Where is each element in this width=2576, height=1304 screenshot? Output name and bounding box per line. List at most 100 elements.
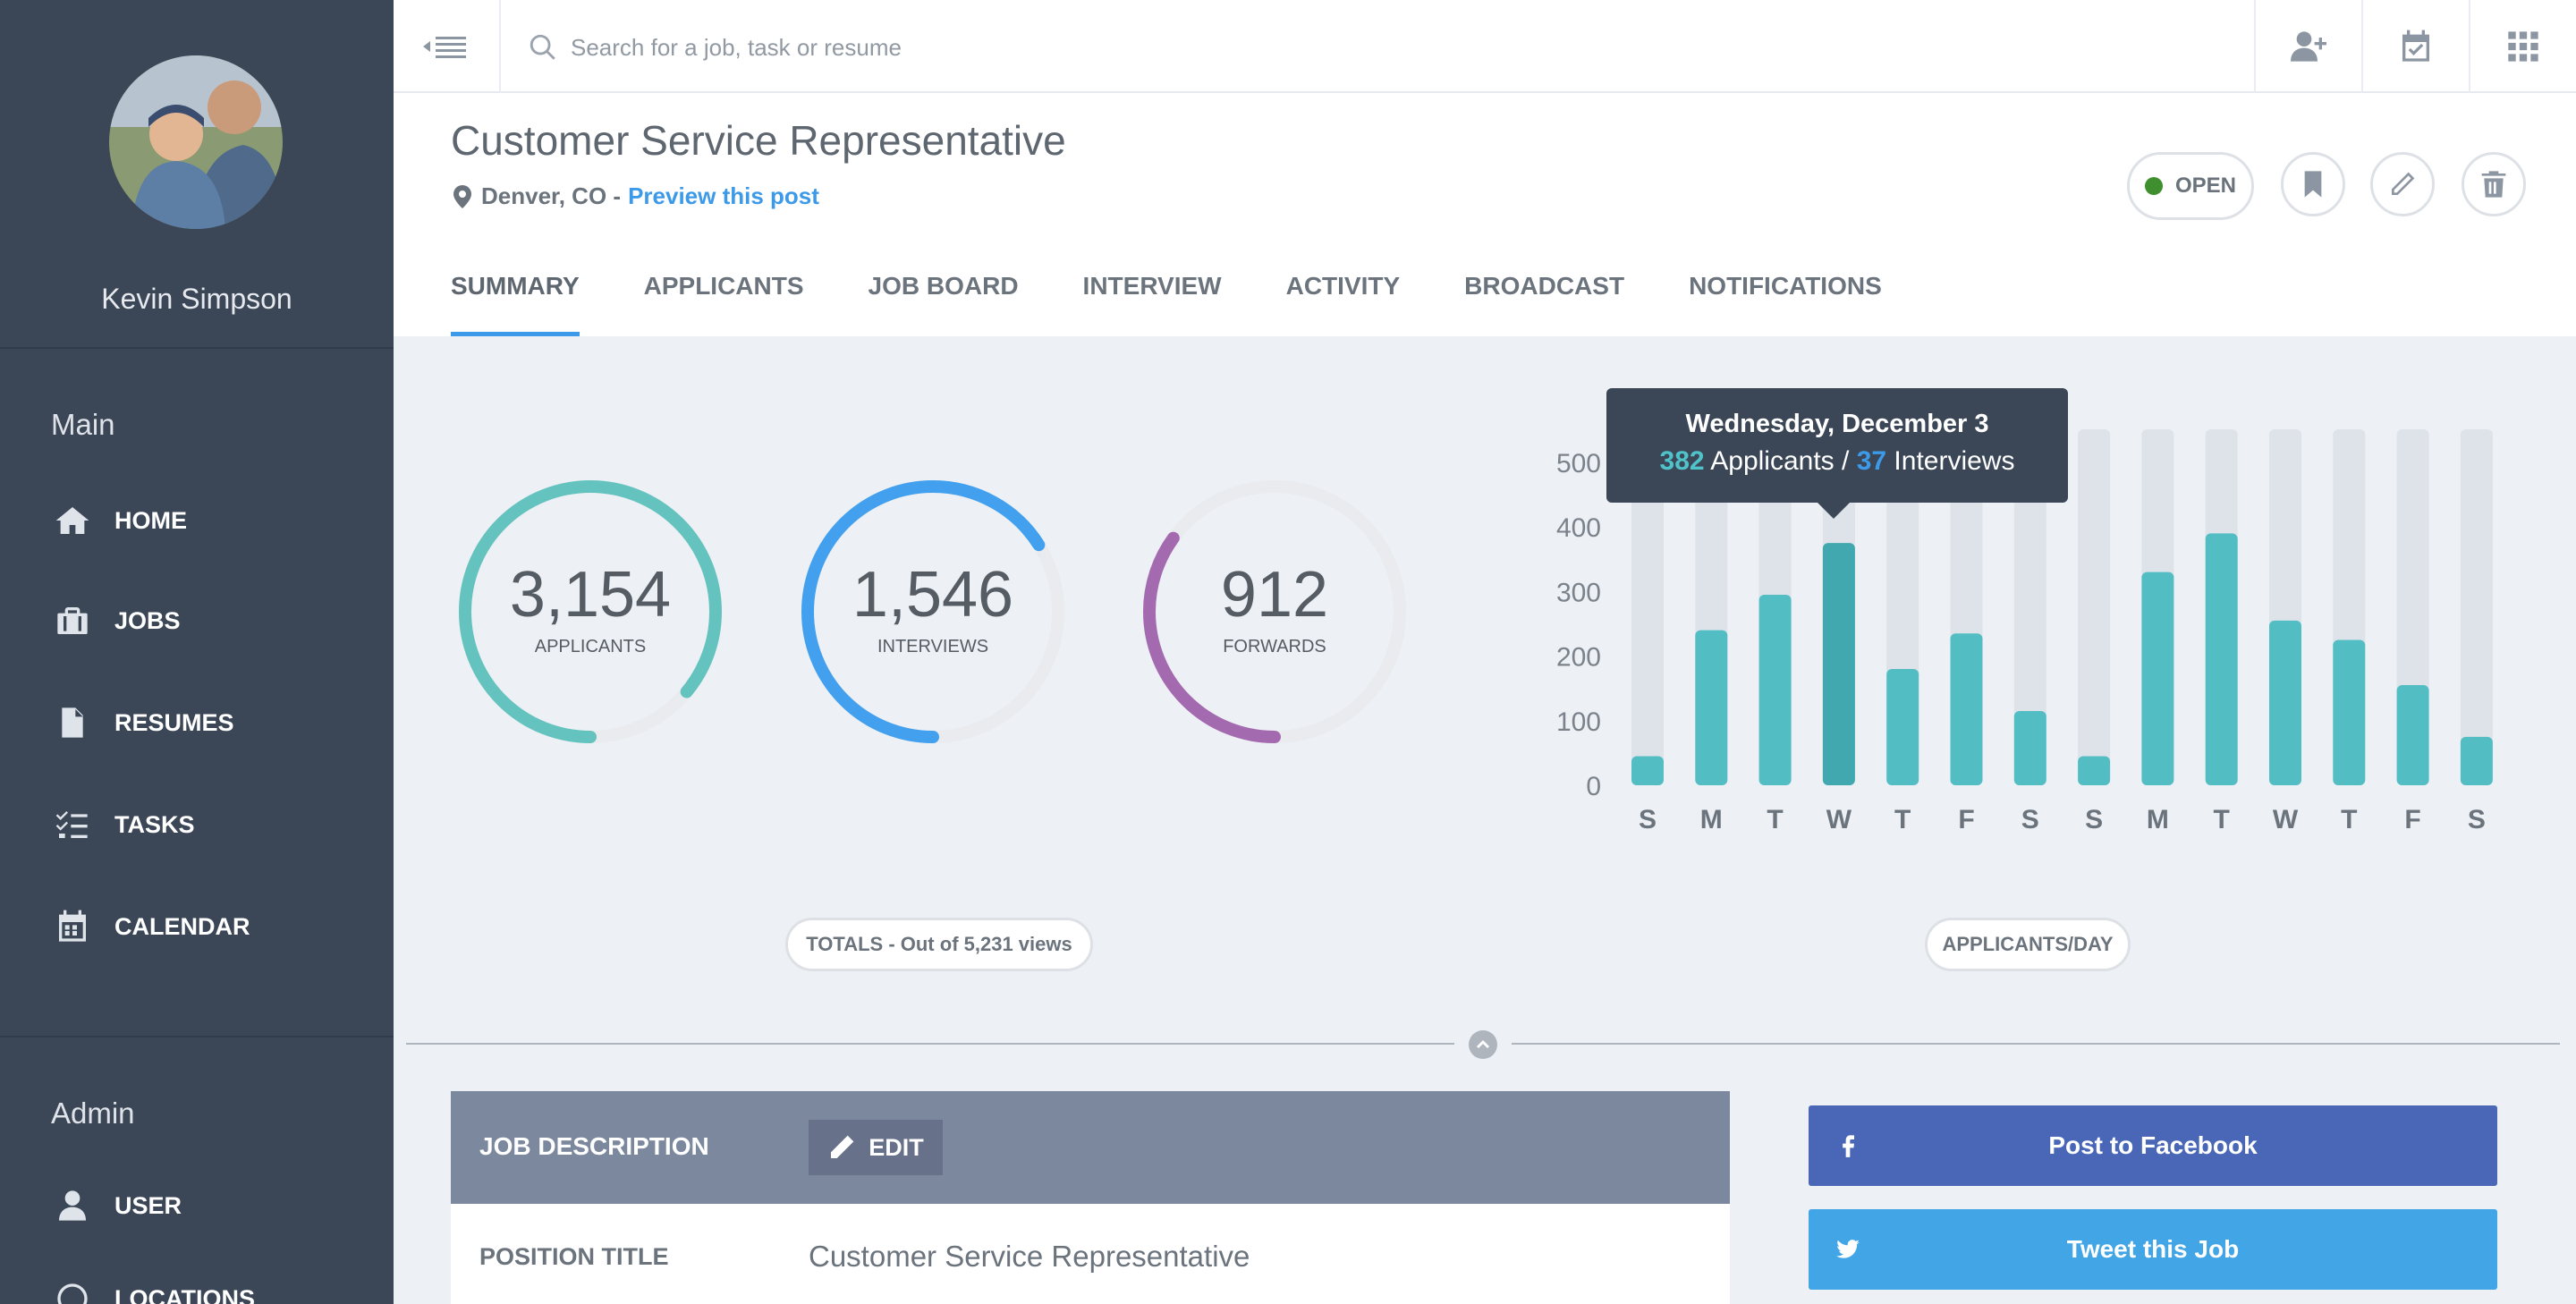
interviews-label: INTERVIEWS [877,637,989,656]
y-tick-label: 300 [1556,578,1601,607]
add-user-button[interactable] [2254,0,2361,93]
bar [1950,633,1983,785]
y-tick-label: 400 [1556,513,1601,543]
job-description-row: POSITION TITLE Customer Service Represen… [451,1204,1730,1304]
facebook-icon [1843,1135,1854,1157]
forwards-donut: 912 FORWARDS [1140,478,1409,746]
edit-button[interactable] [2370,152,2435,216]
sidebar-item-label: USER [114,1191,182,1219]
sidebar-section-admin: Admin [51,1097,135,1130]
bar [2396,685,2429,785]
status-label: OPEN [2174,174,2236,198]
status-badge[interactable]: OPEN [2127,152,2254,220]
sidebar-item-tasks[interactable]: TASKS [54,798,376,851]
preview-post-link[interactable]: Preview this post [628,182,819,210]
sidebar-item-label: RESUMES [114,708,234,736]
edit-label: EDIT [869,1133,924,1161]
bar [1758,594,1792,785]
x-tick-label: T [1894,805,1911,834]
tweet-job-button[interactable]: Tweet this Job [1809,1209,2497,1290]
tooltip-date: Wednesday, December 3 [1685,410,1989,438]
page-title: Customer Service Representative [451,117,1066,164]
x-tick-label: T [2214,805,2230,834]
collapse-summary-button[interactable] [1469,1030,1497,1059]
search-input[interactable] [571,33,1376,62]
totals-caption: TOTALS - Out of 5,231 views [785,918,1093,971]
sidebar-item-label: HOME [114,506,187,534]
bookmark-icon [2304,171,2322,198]
bar [1886,669,1919,785]
edit-description-button[interactable]: EDIT [809,1120,943,1175]
sidebar-item-resumes[interactable]: RESUMES [54,696,376,749]
top-bar [394,0,2576,93]
x-tick-label: F [1958,805,1974,834]
bar [2205,533,2238,785]
row-key: POSITION TITLE [479,1243,669,1270]
x-tick-label: S [2468,805,2486,834]
tab-notifications[interactable]: NOTIFICATIONS [1689,263,1882,336]
tab-job-board[interactable]: JOB BOARD [869,263,1019,336]
x-tick-label: M [2147,805,2169,834]
sidebar-item-home[interactable]: HOME [54,494,376,547]
tab-interview[interactable]: INTERVIEW [1083,263,1222,336]
job-description-header: JOB DESCRIPTION EDIT [451,1091,1730,1204]
trash-icon [2481,171,2506,198]
sidebar-section-main: Main [51,408,115,441]
tab-activity[interactable]: ACTIVITY [1286,263,1401,336]
sidebar-item-user[interactable]: USER [54,1179,376,1232]
x-tick-label: F [2404,805,2420,834]
y-tick-label: 200 [1556,643,1601,673]
sidebar-item-label: JOBS [114,606,181,634]
tab-summary[interactable]: SUMMARY [451,263,580,336]
grid-icon [2508,31,2538,62]
bar [2078,756,2111,785]
x-tick-label: T [1767,805,1783,834]
y-tick-label: 100 [1556,707,1601,737]
calendar-icon [54,908,91,945]
section-divider [1512,1043,2560,1045]
section-divider [406,1043,1454,1045]
x-tick-label: S [2021,805,2039,834]
chart-caption: APPLICANTS/DAY [1925,918,2131,971]
tooltip-interviews: 37 [1856,446,1887,476]
sidebar-item-locations[interactable]: LOCATIONS [54,1272,376,1304]
sidebar-item-label: CALENDAR [114,912,250,940]
bar [2141,572,2174,785]
tooltip-applicants-label: Applicants / [1710,446,1850,476]
job-header: Customer Service Representative Denver, … [394,93,2576,336]
twitter-label: Tweet this Job [2066,1235,2240,1263]
job-location: Denver, CO - Preview this post [453,182,819,210]
document-icon [54,704,91,741]
interviews-count: 1,546 [852,559,1014,631]
chart-tooltip: Wednesday, December 3 382 Applicants / 3… [1606,388,2068,519]
x-tick-label: S [1639,805,1657,834]
bar [2333,639,2366,785]
avatar[interactable] [109,55,283,229]
post-to-facebook-button[interactable]: Post to Facebook [1809,1105,2497,1186]
x-tick-label: S [2085,805,2103,834]
tasks-icon [54,806,91,843]
delete-button[interactable] [2462,152,2526,216]
calendar-check-button[interactable] [2361,0,2469,93]
pencil-icon [2392,172,2415,195]
bookmark-button[interactable] [2281,152,2345,216]
sidebar-divider [0,1036,394,1037]
forwards-label: FORWARDS [1223,637,1326,656]
sidebar-toggle-button[interactable] [394,0,501,93]
map-pin-icon [453,184,471,208]
tooltip-stats: 382 Applicants / 37 Interviews [1606,446,2068,477]
tab-applicants[interactable]: APPLICANTS [644,263,804,336]
job-description-title: JOB DESCRIPTION [479,1132,709,1160]
bar [1631,756,1664,785]
bar [2269,620,2301,785]
sidebar-item-label: LOCATIONS [114,1284,255,1304]
sidebar-item-calendar[interactable]: CALENDAR [54,900,376,953]
sidebar-item-jobs[interactable]: JOBS [54,594,376,648]
applicants-count: 3,154 [509,559,672,631]
x-tick-label: T [2341,805,2357,834]
apps-grid-button[interactable] [2469,0,2576,93]
facebook-label: Post to Facebook [2048,1131,2258,1159]
y-tick-label: 500 [1556,449,1601,478]
tab-broadcast[interactable]: BROADCAST [1464,263,1624,336]
sidebar: Kevin Simpson Main HOME JOBS RESUMES TAS… [0,0,394,1304]
